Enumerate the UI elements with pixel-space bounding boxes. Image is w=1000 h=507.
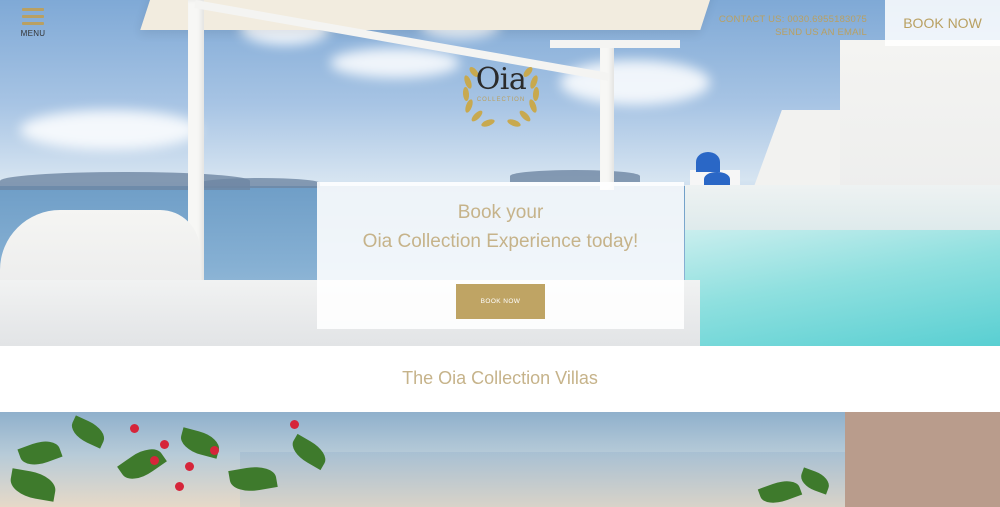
promo-line-2: Oia Collection Experience today! [362, 231, 639, 252]
logo-subtitle: COLLECTION [476, 97, 526, 103]
hamburger-icon-bar [22, 22, 44, 25]
promo-line-1: Book your [457, 202, 544, 223]
logo-name: Oia [475, 62, 527, 97]
book-now-button[interactable]: BOOK NOW [456, 284, 545, 319]
hamburger-icon-bar [22, 15, 44, 18]
menu-label: MENU [20, 29, 46, 38]
contact-info: CONTACT US: 0030.6955183075 SEND US AN E… [719, 13, 867, 39]
logo[interactable]: Oia COLLECTION [458, 52, 544, 130]
promo-box: Book your Oia Collection Experience toda… [317, 182, 684, 329]
book-now-header-button[interactable]: BOOK NOW [885, 0, 1000, 46]
villas-image [0, 412, 1000, 507]
contact-phone[interactable]: CONTACT US: 0030.6955183075 [719, 13, 867, 26]
menu-button[interactable]: MENU [20, 8, 46, 38]
hamburger-icon [22, 8, 44, 11]
section-title: The Oia Collection Villas [402, 368, 598, 388]
send-email-link[interactable]: SEND US AN EMAIL [775, 27, 867, 38]
